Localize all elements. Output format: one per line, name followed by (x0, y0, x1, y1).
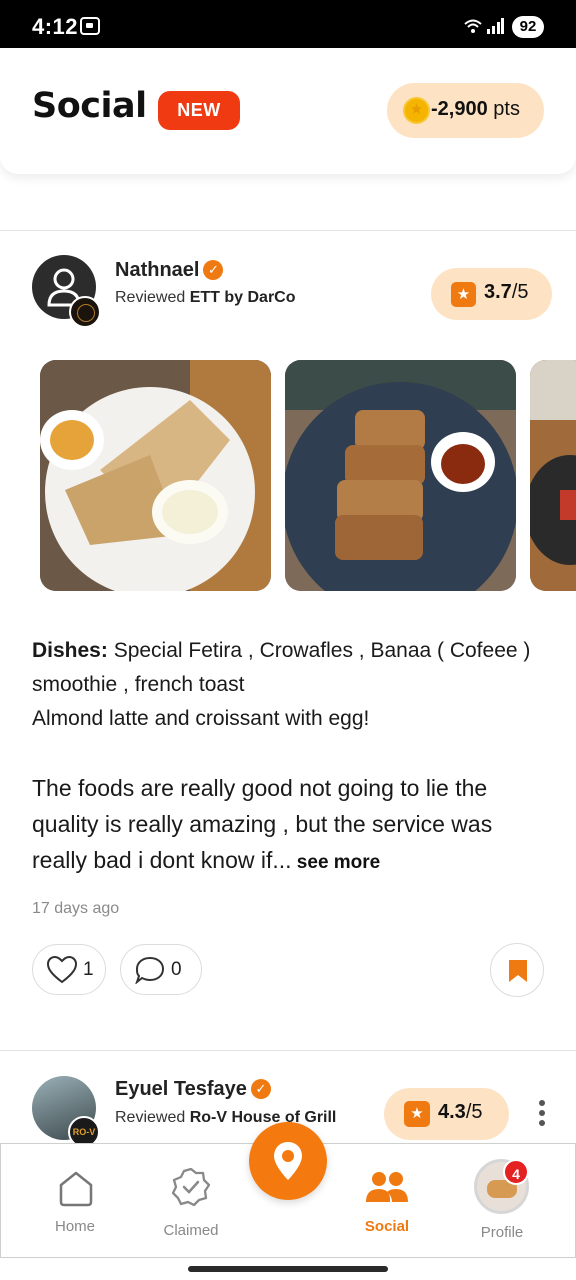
like-button[interactable]: 1 (32, 944, 106, 995)
star-icon: ★ (404, 1101, 430, 1127)
nav-claimed[interactable]: Claimed (141, 1144, 241, 1259)
food-photo-image (530, 360, 576, 591)
rating-value: 4.3/5 (438, 1101, 483, 1124)
location-pin-icon (274, 1142, 302, 1180)
app-header: Social NEW -2,900 pts (0, 48, 576, 174)
points-number: -2,900 (431, 98, 488, 120)
divider (0, 230, 576, 231)
bookmark-icon (509, 960, 527, 982)
wifi-icon (464, 19, 482, 33)
nav-social-label: Social (364, 1218, 410, 1235)
post-user-name[interactable]: Eyuel Tesfaye ✓ (115, 1078, 271, 1101)
user-name-text: Nathnael (115, 259, 200, 281)
rating-badge: ★ 3.7/5 (431, 268, 552, 320)
new-badge: NEW (158, 91, 240, 130)
post-timestamp: 17 days ago (32, 900, 120, 917)
verified-icon: ✓ (250, 1079, 271, 1099)
user-name-text: Eyuel Tesfaye (115, 1078, 247, 1100)
food-photo[interactable] (530, 360, 576, 591)
coin-icon (403, 97, 430, 124)
comment-icon (135, 956, 165, 984)
reviewed-line: Reviewed ETT by DarCo (115, 289, 296, 307)
screen-record-icon (80, 17, 100, 35)
reviewed-prefix: Reviewed (115, 1109, 190, 1126)
nav-claimed-label: Claimed (163, 1222, 219, 1239)
rating-number: 4.3 (438, 1101, 466, 1123)
restaurant-link[interactable]: ETT by DarCo (190, 289, 296, 306)
badge-check-icon (171, 1167, 211, 1207)
restaurant-mini-logo (69, 296, 101, 328)
star-icon: ★ (451, 282, 476, 307)
reviewed-prefix: Reviewed (115, 289, 190, 306)
bookmark-button[interactable] (490, 943, 544, 997)
battery-indicator: 92 (512, 16, 544, 38)
dishes-label: Dishes: (32, 639, 108, 662)
page-title: Social (32, 86, 147, 126)
home-icon (59, 1171, 93, 1207)
status-bar: 4:12 92 (0, 0, 576, 48)
dishes-line2: Almond latte and croissant with egg! (32, 707, 370, 730)
post-user-name[interactable]: Nathnael ✓ (115, 259, 224, 282)
review-body: The foods are really good not going to l… (32, 775, 493, 873)
comment-count: 0 (171, 959, 182, 980)
points-value: -2,900 pts (431, 98, 520, 121)
review-text: The foods are really good not going to l… (32, 770, 552, 881)
rating-badge: ★ 4.3/5 (384, 1088, 509, 1140)
rating-number: 3.7 (484, 281, 512, 303)
food-photo-image (40, 360, 271, 591)
dishes-text: Dishes: Special Fetira , Crowafles , Ban… (32, 634, 552, 736)
heart-icon (47, 956, 77, 984)
food-photo[interactable] (40, 360, 271, 591)
like-count: 1 (83, 959, 94, 980)
people-icon (366, 1172, 408, 1202)
status-time: 4:12 (32, 14, 79, 39)
divider (0, 1050, 576, 1051)
nav-home[interactable]: Home (25, 1144, 125, 1259)
see-more-link[interactable]: see more (292, 852, 380, 873)
rating-suffix: /5 (465, 1101, 483, 1123)
points-unit: pts (487, 98, 520, 120)
comment-button[interactable]: 0 (120, 944, 202, 995)
notification-badge: 4 (503, 1159, 529, 1185)
rating-value: 3.7/5 (484, 281, 529, 304)
gesture-bar[interactable] (188, 1266, 388, 1272)
map-location-button[interactable] (249, 1122, 327, 1200)
rating-suffix: /5 (511, 281, 529, 303)
more-options-icon[interactable] (536, 1100, 548, 1130)
user-avatar[interactable]: RO-V (32, 1076, 100, 1148)
food-photo[interactable] (285, 360, 516, 591)
restaurant-link[interactable]: Ro-V House of Grill (190, 1109, 337, 1126)
nav-profile-label: Profile (480, 1224, 524, 1241)
signal-icon (487, 18, 504, 34)
nav-social[interactable]: Social (337, 1144, 437, 1259)
user-avatar[interactable] (32, 255, 101, 328)
nav-home-label: Home (54, 1218, 95, 1235)
points-button[interactable]: -2,900 pts (387, 83, 544, 138)
food-photo-image (285, 360, 516, 591)
verified-icon: ✓ (203, 260, 224, 280)
